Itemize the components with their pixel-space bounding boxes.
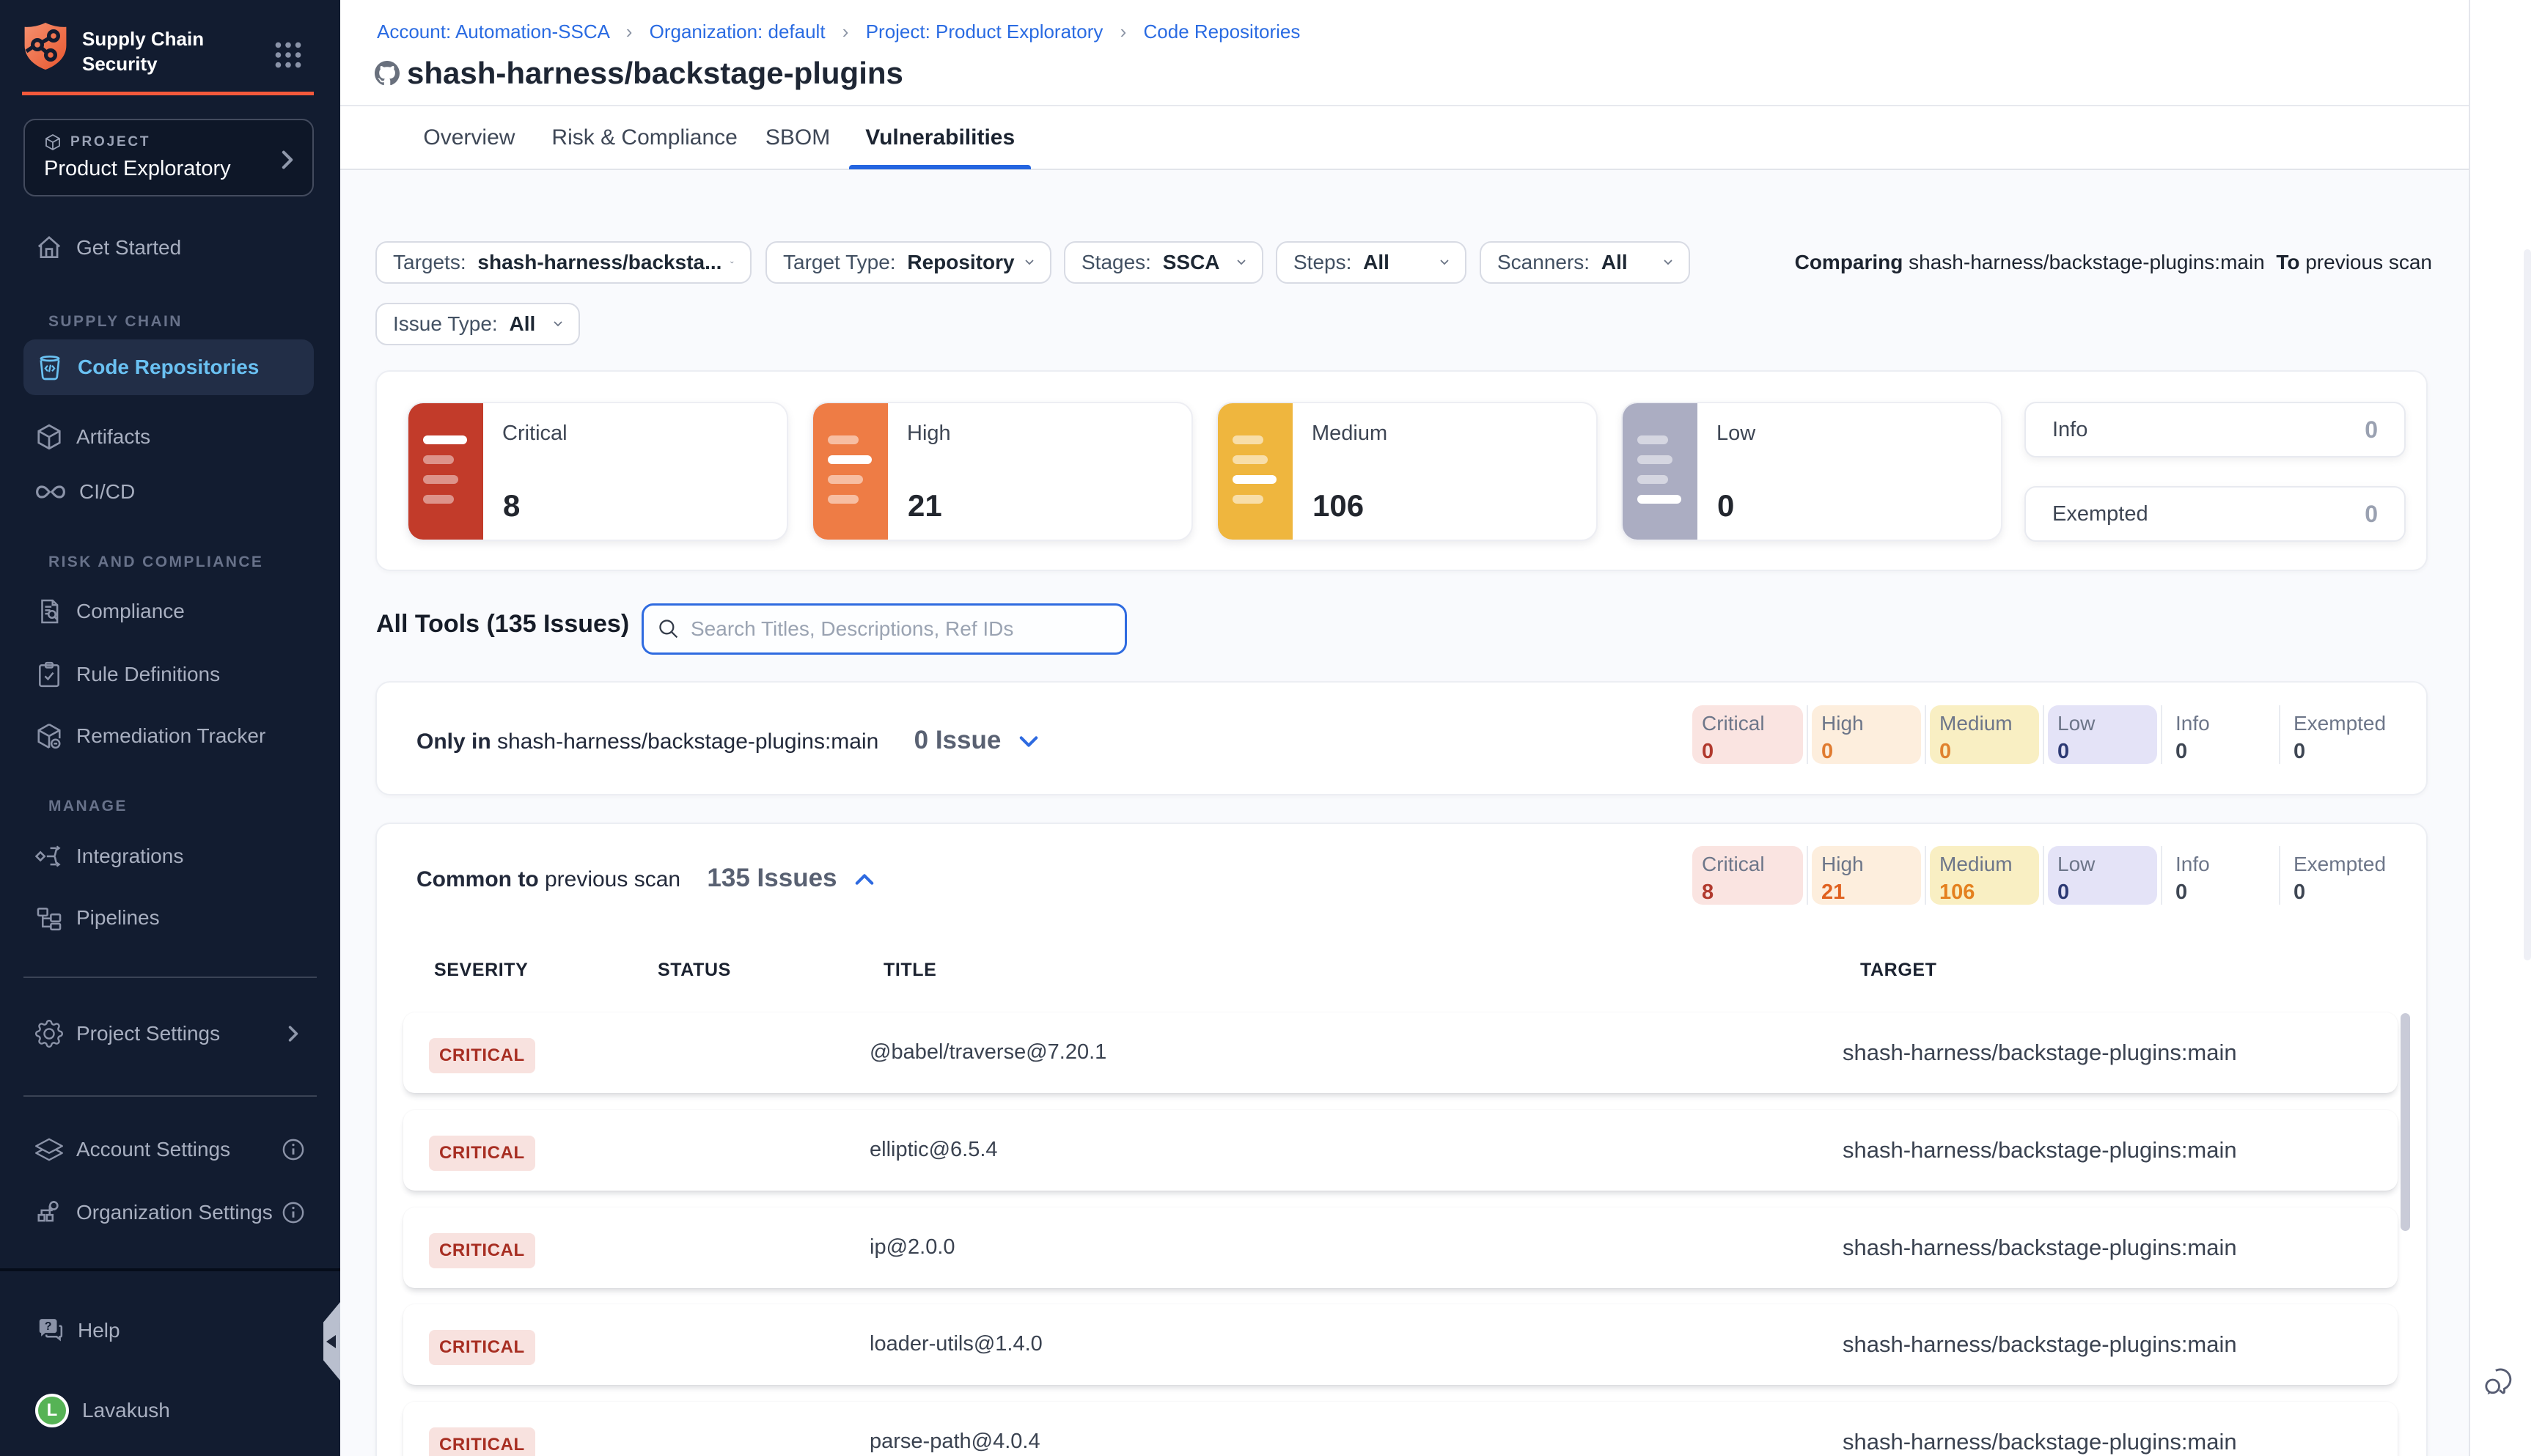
svg-text:?: ? <box>45 1320 52 1333</box>
